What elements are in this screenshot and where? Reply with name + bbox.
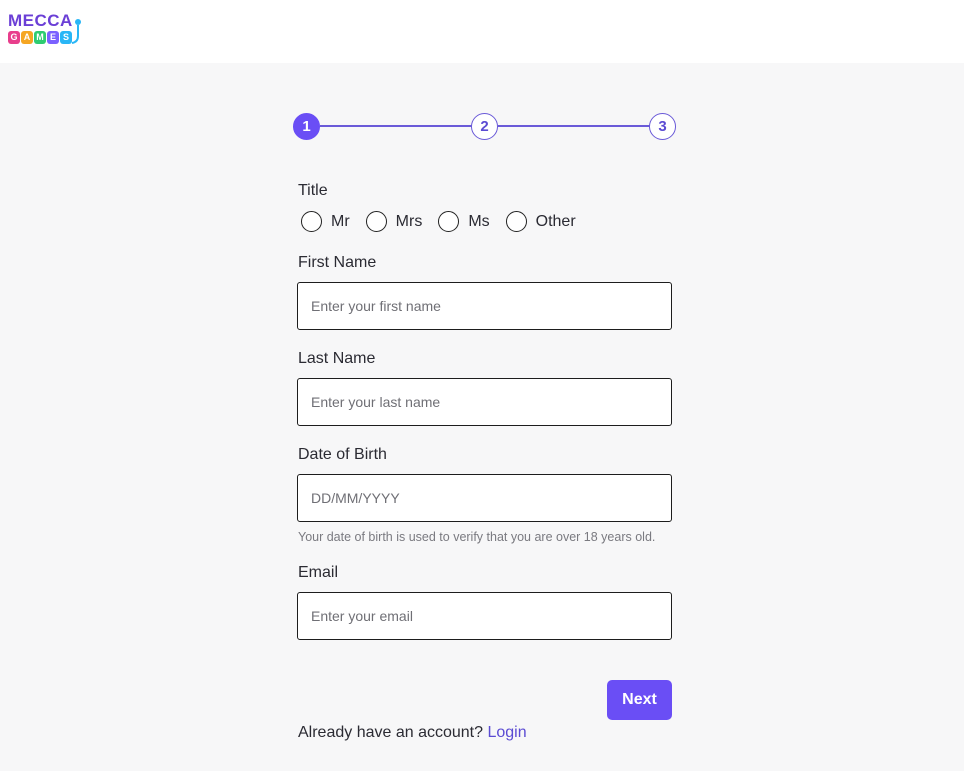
mecca-games-logo[interactable]: MECCA G A M E S bbox=[8, 12, 82, 50]
step-3: 3 bbox=[649, 113, 676, 140]
logo-tile: G bbox=[8, 31, 20, 44]
email-input[interactable] bbox=[297, 592, 672, 640]
step-connector bbox=[498, 125, 650, 127]
email-label: Email bbox=[298, 564, 339, 581]
login-link[interactable]: Login bbox=[487, 724, 526, 741]
last-name-label: Last Name bbox=[298, 350, 376, 367]
title-option-ms[interactable]: Ms bbox=[438, 211, 490, 232]
logo-tile: M bbox=[34, 31, 46, 44]
radio-label: Mrs bbox=[395, 212, 423, 230]
logo-tiles: G A M E S bbox=[8, 31, 72, 44]
step-1: 1 bbox=[293, 113, 320, 140]
first-name-label: First Name bbox=[298, 254, 377, 271]
login-prompt: Already have an account? Login bbox=[298, 724, 527, 742]
radio-button[interactable] bbox=[505, 211, 527, 232]
title-option-mrs[interactable]: Mrs bbox=[365, 211, 423, 232]
radio-button[interactable] bbox=[301, 211, 322, 232]
next-button[interactable]: Next bbox=[607, 680, 672, 720]
title-option-mr[interactable]: Mr bbox=[301, 211, 350, 232]
logo-tile: A bbox=[21, 31, 33, 44]
title-option-other[interactable]: Other bbox=[505, 211, 576, 232]
radio-label: Mr bbox=[331, 212, 350, 230]
dob-hint: Your date of birth is used to verify tha… bbox=[298, 530, 656, 544]
last-name-input[interactable] bbox=[297, 378, 672, 426]
radio-button[interactable] bbox=[438, 211, 460, 232]
radio-label: Ms bbox=[468, 212, 490, 230]
top-bar: MECCA G A M E S bbox=[0, 0, 964, 63]
title-radio-group: Mr Mrs Ms Other bbox=[301, 211, 592, 232]
login-prompt-text: Already have an account? bbox=[298, 724, 484, 741]
dob-label: Date of Birth bbox=[298, 446, 387, 463]
logo-wordmark: MECCA bbox=[8, 11, 73, 30]
radio-button[interactable] bbox=[365, 211, 387, 232]
step-2: 2 bbox=[471, 113, 498, 140]
first-name-input[interactable] bbox=[297, 282, 672, 330]
title-label: Title bbox=[298, 182, 328, 199]
joystick-icon bbox=[71, 19, 81, 44]
logo-tile: E bbox=[47, 31, 59, 44]
dob-input[interactable] bbox=[297, 474, 672, 522]
progress-stepper: 1 2 3 bbox=[293, 113, 677, 141]
radio-label: Other bbox=[535, 212, 576, 230]
step-connector bbox=[320, 125, 472, 127]
